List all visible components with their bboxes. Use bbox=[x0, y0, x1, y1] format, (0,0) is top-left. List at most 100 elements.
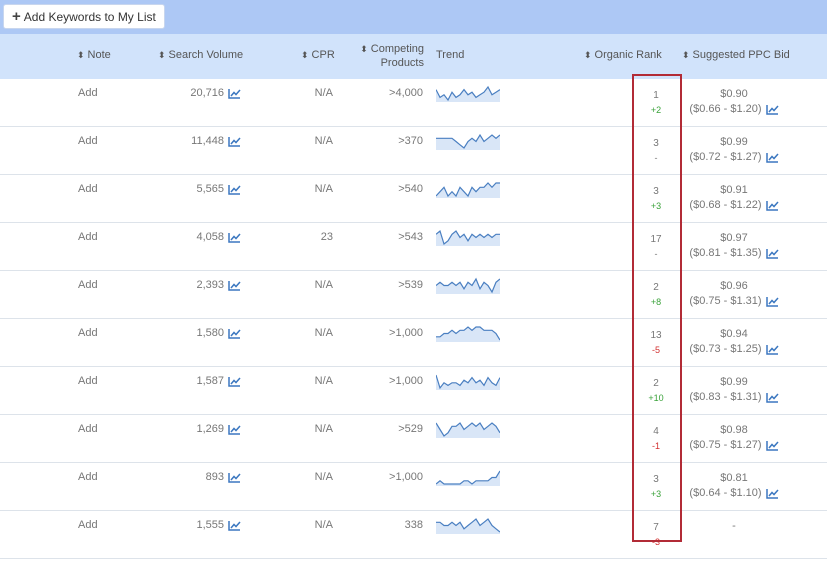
ppc-bid-value: $0.96 bbox=[720, 280, 748, 292]
search-volume-cell: 893 bbox=[206, 471, 241, 483]
table-row: Add 893 N/A >1,000 3 +3 $0.81 ($0.64 - $… bbox=[0, 463, 827, 511]
cpr-value: 23 bbox=[320, 231, 333, 243]
organic-rank-value: 3 bbox=[653, 474, 659, 485]
volume-chart-icon[interactable] bbox=[228, 472, 241, 483]
ppc-bid-cell: $0.90 ($0.66 - $1.20) bbox=[688, 87, 780, 117]
ppc-chart-icon[interactable] bbox=[765, 248, 779, 259]
rank-change: - bbox=[654, 153, 658, 163]
rank-change: +8 bbox=[650, 297, 662, 307]
volume-chart-icon[interactable] bbox=[228, 136, 241, 147]
ppc-chart-icon[interactable] bbox=[765, 104, 779, 115]
competing-products-value: >370 bbox=[398, 135, 423, 147]
volume-chart-icon[interactable] bbox=[228, 280, 241, 291]
ppc-chart-icon[interactable] bbox=[765, 488, 779, 499]
table-row: Add 1,580 N/A >1,000 13 -5 $0.94 ($0.73 … bbox=[0, 319, 827, 367]
search-volume-value: 1,269 bbox=[196, 423, 224, 435]
ppc-chart-icon[interactable] bbox=[765, 344, 779, 355]
ppc-chart-icon[interactable] bbox=[765, 296, 779, 307]
ppc-bid-value: $0.99 bbox=[720, 136, 748, 148]
trend-sparkline bbox=[435, 420, 501, 438]
add-note-link[interactable]: Add bbox=[78, 87, 98, 99]
volume-chart-icon[interactable] bbox=[228, 520, 241, 531]
volume-chart-icon[interactable] bbox=[228, 88, 241, 99]
trend-sparkline bbox=[436, 516, 501, 534]
add-note-link[interactable]: Add bbox=[78, 423, 98, 435]
ppc-chart-icon[interactable] bbox=[765, 200, 779, 211]
volume-chart-icon[interactable] bbox=[228, 376, 241, 387]
sort-icon: ⬍ bbox=[301, 50, 309, 60]
competing-products-value: >1,000 bbox=[389, 471, 423, 483]
column-header-trend: Trend bbox=[436, 49, 465, 61]
organic-rank-cell: 3 +3 bbox=[640, 184, 672, 214]
column-header-competing-products[interactable]: ⬍ Competing Products bbox=[360, 42, 424, 70]
competing-products-value: 338 bbox=[404, 519, 423, 531]
column-header-suggested-ppc-bid[interactable]: ⬍ Suggested PPC Bid bbox=[682, 49, 790, 61]
column-header-search-volume[interactable]: ⬍ Search Volume bbox=[158, 49, 243, 61]
search-volume-value: 20,716 bbox=[190, 87, 224, 99]
ppc-chart-icon[interactable] bbox=[765, 440, 779, 451]
organic-rank-cell: 3 +3 bbox=[640, 472, 672, 502]
table-row: Add 1,269 N/A >529 4 -1 $0.98 ($0.75 - $… bbox=[0, 415, 827, 463]
organic-rank-value: 3 bbox=[653, 138, 659, 149]
column-header-organic-rank[interactable]: ⬍ Organic Rank bbox=[584, 49, 662, 61]
trend-sparkline bbox=[435, 276, 501, 294]
search-volume-cell: 11,448 bbox=[191, 135, 241, 147]
volume-chart-icon[interactable] bbox=[228, 232, 241, 243]
cpr-value: N/A bbox=[314, 279, 333, 291]
add-note-link[interactable]: Add bbox=[78, 471, 98, 483]
add-note-link[interactable]: Add bbox=[78, 279, 98, 291]
trend-area bbox=[436, 279, 500, 294]
ppc-bid-range: ($0.83 - $1.31) bbox=[689, 391, 762, 403]
ppc-bid-value: $0.99 bbox=[720, 376, 748, 388]
add-note-link[interactable]: Add bbox=[78, 231, 98, 243]
volume-chart-icon[interactable] bbox=[228, 328, 241, 339]
table-row: Add 5,565 N/A >540 3 +3 $0.91 ($0.68 - $… bbox=[0, 175, 827, 223]
organic-rank-value: 17 bbox=[650, 234, 662, 245]
competing-products-value: >540 bbox=[398, 183, 423, 195]
ppc-bid-cell: $0.91 ($0.68 - $1.22) bbox=[688, 183, 780, 213]
rank-change: +10 bbox=[648, 393, 664, 403]
add-note-link[interactable]: Add bbox=[78, 327, 98, 339]
organic-rank-value: 13 bbox=[650, 330, 662, 341]
add-note-link[interactable]: Add bbox=[78, 375, 98, 387]
ppc-bid-value: - bbox=[732, 520, 736, 532]
ppc-chart-icon[interactable] bbox=[765, 152, 779, 163]
search-volume-value: 893 bbox=[205, 471, 224, 483]
volume-chart-icon[interactable] bbox=[228, 424, 241, 435]
volume-chart-icon[interactable] bbox=[228, 184, 241, 195]
ppc-bid-value: $0.94 bbox=[720, 328, 748, 340]
search-volume-cell: 4,058 bbox=[196, 231, 241, 243]
organic-rank-cell: 2 +10 bbox=[640, 376, 672, 406]
add-note-link[interactable]: Add bbox=[78, 519, 98, 531]
search-volume-value: 1,587 bbox=[196, 375, 224, 387]
trend-sparkline bbox=[435, 84, 501, 102]
ppc-chart-icon[interactable] bbox=[765, 392, 779, 403]
column-header-label: Organic Rank bbox=[594, 49, 662, 61]
table-row: Add 11,448 N/A >370 3 - $0.99 ($0.72 - $… bbox=[0, 127, 827, 175]
competing-products-value: >1,000 bbox=[389, 327, 423, 339]
organic-rank-cell: 4 -1 bbox=[640, 424, 672, 454]
ppc-bid-range: ($0.66 - $1.20) bbox=[689, 103, 762, 115]
column-header-cpr[interactable]: ⬍ CPR bbox=[301, 49, 335, 61]
organic-rank-value: 1 bbox=[653, 90, 659, 101]
ppc-bid-cell: $0.98 ($0.75 - $1.27) bbox=[688, 423, 780, 453]
ppc-bid-value: $0.98 bbox=[720, 424, 748, 436]
ppc-bid-value: $0.81 bbox=[720, 472, 748, 484]
table-row: Add 20,716 N/A >4,000 1 +2 $0.90 ($0.66 … bbox=[0, 79, 827, 127]
search-volume-value: 1,580 bbox=[196, 327, 224, 339]
ppc-bid-value: $0.97 bbox=[720, 232, 748, 244]
competing-products-value: >539 bbox=[398, 279, 423, 291]
trend-area bbox=[436, 231, 500, 246]
sort-icon: ⬍ bbox=[158, 50, 166, 60]
ppc-bid-cell: $0.96 ($0.75 - $1.31) bbox=[688, 279, 780, 309]
add-keywords-button[interactable]: + Add Keywords to My List bbox=[3, 4, 165, 29]
trend-area bbox=[436, 423, 500, 438]
add-note-link[interactable]: Add bbox=[78, 183, 98, 195]
add-note-link[interactable]: Add bbox=[78, 135, 98, 147]
plus-icon: + bbox=[12, 8, 21, 25]
column-header-label: Products bbox=[380, 57, 424, 69]
organic-rank-cell: 3 - bbox=[640, 136, 672, 166]
column-header-note[interactable]: ⬍ Note bbox=[77, 49, 111, 61]
ppc-bid-cell: $0.97 ($0.81 - $1.35) bbox=[688, 231, 780, 261]
competing-products-value: >1,000 bbox=[389, 375, 423, 387]
